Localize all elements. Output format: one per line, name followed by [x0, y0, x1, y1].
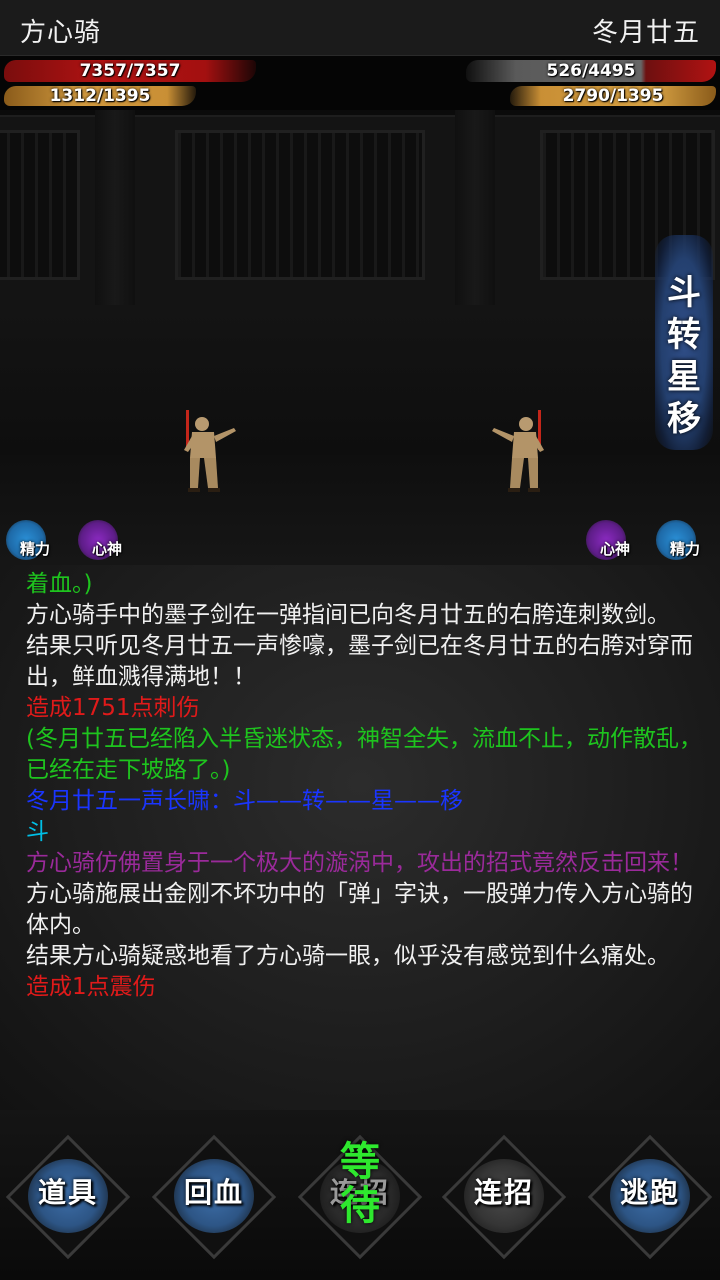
- combo-button-label: 连招: [473, 1176, 534, 1209]
- log-line: 结果只听见冬月廿五一声惨嚎，墨子剑已在冬月廿五的右胯对穿而出，鲜血溅得满地！！: [26, 633, 693, 690]
- player-mind-orb: 心神: [78, 520, 128, 564]
- enemy-hp-bar: 526/4495: [466, 60, 716, 82]
- log-line: 冬月廿五一声长啸：斗——转——星——移: [26, 788, 463, 814]
- log-line: 方心骑手中的墨子剑在一弹指间已向冬月廿五的右胯连刺数剑。: [26, 602, 670, 628]
- lattice-window: [0, 130, 80, 280]
- banner-char: 移: [667, 399, 701, 439]
- enemy-fighter-sprite: [492, 410, 544, 492]
- enemy-hp-text: 526/4495: [546, 61, 636, 81]
- combat-log-lines: 着血。) 方心骑手中的墨子剑在一弹指间已向冬月廿五的右胯连刺数剑。 结果只听见冬…: [26, 569, 702, 1003]
- heal-button[interactable]: 回血: [151, 1134, 277, 1260]
- enemy-stamina-label: 精力: [670, 540, 701, 558]
- player-energy-bar: 1312/1395: [4, 86, 196, 106]
- combo-button[interactable]: 连招: [441, 1134, 567, 1260]
- lattice-window: [175, 130, 425, 280]
- log-line: 方心骑施展出金刚不坏功中的「弹」字诀，一股弹力传入方心骑的体内。: [26, 881, 693, 938]
- log-line: (冬月廿五已经陷入半昏迷状态，神智全失，流血不止，动作散乱，已经在走下坡路了。): [26, 726, 702, 783]
- player-name: 方心骑: [20, 18, 102, 48]
- enemy-mind-label: 心神: [600, 540, 631, 558]
- log-line: 造成1点震伤: [26, 974, 156, 1000]
- player-energy-text: 1312/1395: [49, 86, 151, 106]
- log-line: 造成1751点刺伤: [26, 695, 200, 721]
- name-bar: 方心骑 冬月廿五: [0, 0, 720, 56]
- item-button-label: 道具: [37, 1176, 98, 1209]
- item-button[interactable]: 道具: [5, 1134, 131, 1260]
- log-line: 结果方心骑疑惑地看了方心骑一眼，似乎没有感觉到什么痛处。: [26, 943, 670, 969]
- skill-banner: 斗 转 星 移: [655, 235, 713, 450]
- player-mind-label: 心神: [92, 540, 123, 558]
- enemy-mind-orb: 心神: [586, 520, 636, 564]
- battle-screen: 方心骑 冬月廿五 7357/7357 1312/1395 526/4495 27…: [0, 0, 720, 1280]
- player-hp-bar: 7357/7357: [4, 60, 256, 82]
- enemy-energy-bar: 2790/1395: [510, 86, 716, 106]
- floor: [0, 305, 720, 455]
- player-stamina-label: 精力: [20, 540, 51, 558]
- log-line: 斗: [26, 819, 49, 845]
- player-stamina-orb: 精力: [6, 520, 56, 564]
- player-hp-text: 7357/7357: [79, 61, 181, 81]
- log-line: 着血。): [26, 571, 93, 597]
- player-fighter-sprite: [184, 410, 236, 492]
- flee-button-label: 逃跑: [619, 1176, 680, 1209]
- combat-log[interactable]: 着血。) 方心骑手中的墨子剑在一弹指间已向冬月廿五的右胯连刺数剑。 结果只听见冬…: [0, 565, 720, 1110]
- enemy-stamina-orb: 精力: [656, 520, 706, 564]
- waiting-indicator: 等待: [340, 1139, 380, 1229]
- flee-button[interactable]: 逃跑: [587, 1134, 713, 1260]
- enemy-energy-text: 2790/1395: [562, 86, 664, 106]
- enemy-name: 冬月廿五: [591, 18, 700, 48]
- heal-button-label: 回血: [183, 1176, 244, 1209]
- log-line: 方心骑仿佛置身于一个极大的漩涡中，攻出的招式竟然反击回来！: [26, 850, 693, 876]
